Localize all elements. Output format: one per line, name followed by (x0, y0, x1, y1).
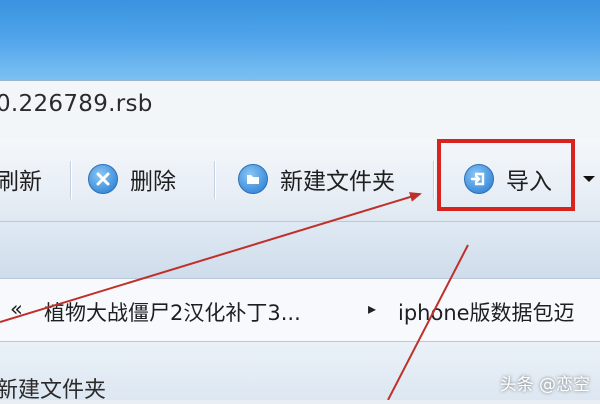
annotation-line (387, 244, 469, 400)
watermark-text: 头条 @恋空 (499, 375, 590, 395)
annotation-arrow (0, 192, 422, 323)
annotation-arrows (0, 192, 469, 400)
